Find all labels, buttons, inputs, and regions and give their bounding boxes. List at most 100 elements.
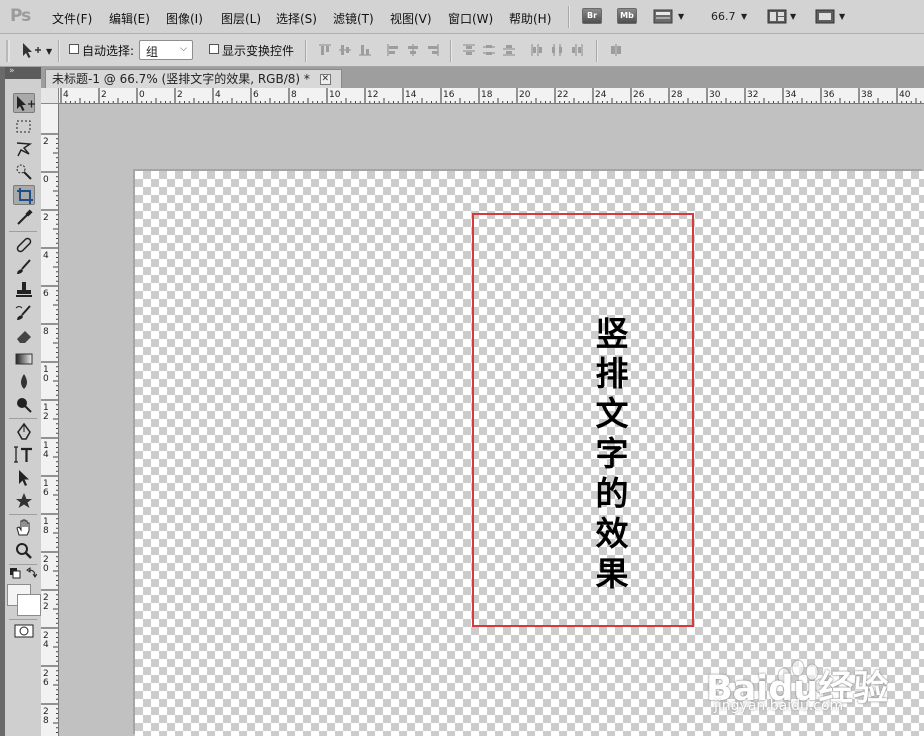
ruler-tick-label: 4	[43, 640, 49, 650]
healing-brush-tool[interactable]	[13, 235, 35, 255]
view-extras-chevron-icon[interactable]: ▼	[678, 12, 684, 21]
distribute-right-icon[interactable]	[570, 43, 584, 57]
ruler-tick-label: 26	[633, 90, 645, 100]
dodge-tool[interactable]	[13, 395, 35, 415]
ruler-tick-label: 30	[709, 90, 721, 100]
menu-view[interactable]: 视图(V)	[390, 10, 432, 27]
screen-mode-chevron-icon[interactable]: ▼	[839, 12, 845, 21]
custom-shape-tool[interactable]	[13, 491, 35, 511]
align-top-icon[interactable]	[318, 43, 332, 57]
close-icon[interactable]: ✕	[319, 74, 331, 85]
move-tool[interactable]	[13, 93, 35, 113]
menu-separator	[568, 6, 570, 28]
align-right-icon[interactable]	[426, 43, 440, 57]
distribute-left-icon[interactable]	[530, 43, 544, 57]
zoom-level[interactable]: 66.7	[711, 10, 736, 23]
brush-tool[interactable]	[13, 257, 35, 277]
eraser-tool[interactable]	[13, 326, 35, 346]
dropdown-chevron-icon: ⌵	[180, 44, 187, 54]
distribute-bottom-icon[interactable]	[502, 43, 516, 57]
tools-separator	[9, 514, 37, 515]
crop-tool[interactable]	[13, 185, 35, 205]
options-separator	[305, 40, 307, 62]
menu-help[interactable]: 帮助(H)	[509, 10, 551, 27]
gradient-tool[interactable]	[13, 349, 35, 369]
ruler-tick-label: 0	[139, 90, 145, 100]
options-separator	[450, 40, 452, 62]
vertical-text-layer[interactable]: 竖排文字的效果	[589, 316, 629, 596]
ruler-tick-label: 4	[43, 450, 49, 460]
ruler-tick-label: 8	[291, 90, 297, 100]
menu-file[interactable]: 文件(F)	[52, 10, 92, 27]
ruler-tick-label: 38	[861, 90, 873, 100]
vertical-ruler[interactable]: 20246810121416182022242628	[41, 104, 59, 736]
align-horizontal-center-icon[interactable]	[406, 43, 420, 57]
ruler-origin[interactable]	[41, 88, 59, 104]
auto-align-layers-icon[interactable]	[609, 43, 623, 57]
align-left-icon[interactable]	[386, 43, 400, 57]
menu-image[interactable]: 图像(I)	[166, 10, 203, 27]
gradient-tool-icon	[15, 353, 33, 365]
bridge-button[interactable]: Br	[582, 8, 602, 24]
ruler-tick-label: 22	[557, 90, 568, 100]
lasso-tool[interactable]	[13, 139, 35, 159]
custom-shape-tool-icon	[16, 493, 32, 508]
quick-mask-icon[interactable]	[13, 623, 35, 639]
blur-tool[interactable]	[13, 372, 35, 392]
eyedropper-tool[interactable]	[13, 208, 35, 228]
distribute-vertical-center-icon[interactable]	[482, 43, 496, 57]
align-bottom-icon[interactable]	[358, 43, 372, 57]
ruler-tick-label: 4	[43, 251, 49, 261]
zoom-tool[interactable]	[13, 541, 35, 561]
quick-select-tool[interactable]	[13, 162, 35, 182]
show-transform-label: 显示变换控件	[222, 44, 295, 58]
zoom-chevron-icon[interactable]: ▼	[741, 12, 747, 21]
menu-filter[interactable]: 滤镜(T)	[333, 10, 374, 27]
menu-select[interactable]: 选择(S)	[276, 10, 317, 27]
menu-edit[interactable]: 编辑(E)	[109, 10, 150, 27]
auto-select-label: 自动选择:	[82, 44, 135, 58]
ruler-tick-label: 6	[253, 90, 259, 100]
default-colors-icon[interactable]	[9, 567, 37, 581]
ruler-tick-label: 0	[43, 175, 49, 185]
tool-preset-chevron-icon[interactable]: ▼	[46, 47, 52, 56]
background-color-swatch[interactable]	[17, 594, 41, 616]
align-vertical-center-icon[interactable]	[338, 43, 352, 57]
type-tool[interactable]	[13, 445, 35, 465]
hand-tool[interactable]	[13, 518, 35, 538]
marquee-tool[interactable]	[13, 117, 35, 137]
view-extras-icon[interactable]	[653, 9, 673, 24]
ruler-tick-label: 40	[899, 90, 911, 100]
pen-tool[interactable]	[13, 422, 35, 442]
text-highlight-frame	[472, 213, 694, 627]
ruler-tick-label: 2	[43, 213, 49, 223]
tools-panel-header[interactable]: »	[5, 66, 41, 79]
mini-bridge-button[interactable]: Mb	[617, 8, 637, 24]
history-brush-tool-icon	[15, 305, 31, 320]
collapse-chevron-icon[interactable]: »	[9, 66, 15, 76]
lasso-tool-icon	[16, 142, 33, 157]
show-transform-checkbox[interactable]	[209, 44, 219, 54]
menu-window[interactable]: 窗口(W)	[448, 10, 493, 27]
ruler-tick-label: 12	[367, 90, 378, 100]
clone-stamp-tool[interactable]	[13, 280, 35, 300]
brush-tool-icon	[17, 259, 31, 274]
blur-tool-icon	[21, 374, 27, 389]
move-tool-preset-icon[interactable]	[20, 41, 42, 61]
auto-select-dropdown[interactable]: 组 ⌵	[139, 40, 193, 60]
screen-mode-icon[interactable]	[815, 9, 835, 24]
menu-layer[interactable]: 图层(L)	[221, 10, 261, 27]
auto-select-checkbox[interactable]	[69, 44, 79, 54]
watermark-subtext: jingyan.baidu.com	[714, 698, 844, 714]
arrange-documents-icon[interactable]	[767, 9, 787, 24]
document-tab[interactable]: 未标题-1 @ 66.7% (竖排文字的效果, RGB/8) * ✕	[45, 69, 342, 88]
horizontal-ruler[interactable]: 4 2 0 2 4 6 8 10 12 14 16 18 20 22 24 26 28 30 32 34 36 38 40	[59, 88, 924, 104]
history-brush-tool[interactable]	[13, 303, 35, 323]
distribute-top-icon[interactable]	[462, 43, 476, 57]
path-selection-tool[interactable]	[13, 468, 35, 488]
distribute-horizontal-center-icon[interactable]	[550, 43, 564, 57]
tools-panel: »	[5, 66, 42, 736]
arrange-chevron-icon[interactable]: ▼	[790, 12, 796, 21]
ruler-tick-label: 2	[43, 412, 49, 422]
zoom-tool-icon	[16, 543, 32, 559]
